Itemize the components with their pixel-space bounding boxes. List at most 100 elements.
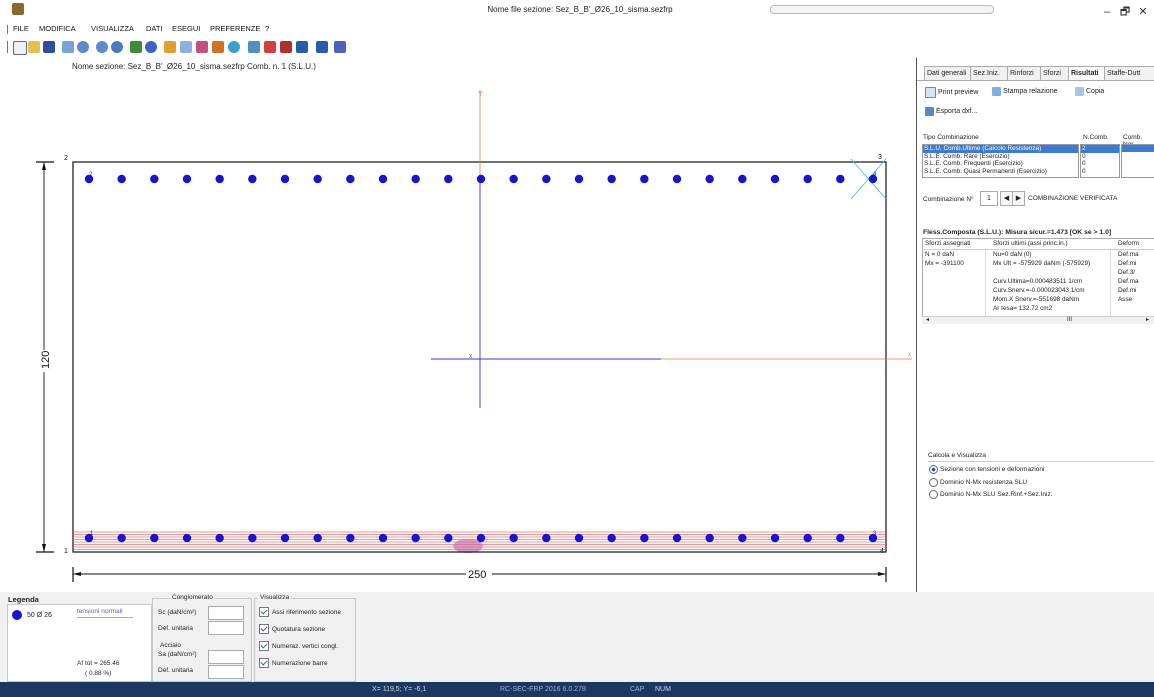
- radio-sezione-tensioni[interactable]: Sezione con tensioni e deformazioni: [929, 465, 1044, 474]
- combinazione-label: Combinazione N°: [923, 196, 974, 203]
- menu-esegui[interactable]: ESEGUI: [172, 24, 200, 33]
- title-search-box[interactable]: [770, 5, 994, 14]
- close-button[interactable]: ✕: [1136, 6, 1150, 18]
- pan-icon[interactable]: [130, 41, 142, 53]
- checkbox-checked-icon: [259, 624, 269, 634]
- scroll-right-icon[interactable]: ▸: [1146, 317, 1149, 324]
- radio-dominio-nmx[interactable]: Dominio N-Mx resistenza SLU: [929, 478, 1027, 487]
- tab-divider: [917, 80, 1154, 81]
- radio-dominio-nmx-rinf[interactable]: Dominio N-Mx SLU Sez.Rinf.+Sez.Iniz.: [929, 490, 1053, 499]
- bottom-rebar: [672, 533, 682, 543]
- chart-icon[interactable]: [180, 41, 192, 53]
- combination-row-quasi-permanenti[interactable]: S.L.E. Comb. Quasi Permanenti (Esercizio…: [923, 168, 1078, 176]
- scroll-thumb-grip[interactable]: III: [1067, 317, 1072, 324]
- new-file-icon[interactable]: [13, 41, 27, 55]
- next-combination-button[interactable]: ▶: [1012, 191, 1025, 206]
- comb-nom-list[interactable]: [1121, 144, 1154, 178]
- minimize-button[interactable]: –: [1100, 6, 1114, 18]
- bottom-rebar: [215, 533, 224, 543]
- print-icon[interactable]: [280, 41, 292, 53]
- export-icon[interactable]: [316, 41, 328, 53]
- results-row[interactable]: Mom.X Snerv.=-551698 daNm Asse: [923, 296, 1154, 304]
- results-row[interactable]: Ar tesa= 132.72 cm2: [923, 305, 1154, 313]
- menu-dati[interactable]: DATI: [146, 24, 163, 33]
- calc-icon[interactable]: [248, 41, 260, 53]
- tab-dati-generali[interactable]: Dati generali: [924, 66, 973, 81]
- chk-numerazione-barre[interactable]: Numerazione barre: [259, 658, 328, 668]
- menu-bar: FILE MODIFICA VISUALIZZA DATI ESEGUI PRE…: [0, 22, 1154, 36]
- combination-type-list[interactable]: S.L.U. Comb.Ultime (Calcolo Resistenza) …: [922, 144, 1079, 178]
- results-cell: Def.3/: [1118, 269, 1136, 276]
- results-row[interactable]: N = 0 daN Nu=0 daN (0) Def.ma: [923, 251, 1154, 259]
- section-icon[interactable]: [212, 41, 224, 53]
- zoom-window-icon[interactable]: [111, 41, 123, 53]
- comb-nom-selected[interactable]: [1122, 145, 1154, 152]
- top-rebar: [117, 174, 126, 184]
- menu-file[interactable]: FILE: [13, 24, 29, 33]
- results-row[interactable]: Def.3/: [923, 269, 1154, 277]
- chk-numeraz-vertici[interactable]: Numeraz. vertici congl.: [259, 641, 338, 651]
- dxf-icon: [925, 107, 934, 116]
- ncomb-value[interactable]: 0: [1081, 160, 1119, 168]
- settings-icon[interactable]: [296, 41, 308, 53]
- top-rebar: [444, 174, 453, 184]
- domain-icon[interactable]: [264, 41, 276, 53]
- top-rebar: [182, 174, 192, 184]
- combination-row-frequenti[interactable]: S.L.E. Comb. Frequenti (Esercizio): [923, 160, 1078, 168]
- zoom-out-icon[interactable]: [96, 41, 108, 53]
- save-icon[interactable]: [43, 41, 55, 53]
- open-folder-icon[interactable]: [28, 41, 40, 53]
- table-icon[interactable]: [196, 41, 208, 53]
- menu-help[interactable]: ?: [265, 24, 269, 33]
- status-coords: X= 119,5; Y= -6,1: [372, 686, 427, 693]
- results-cell: Asse: [1118, 296, 1133, 303]
- menu-preferenze[interactable]: PREFERENZE: [210, 24, 260, 33]
- tab-staffe-duttilita[interactable]: Staffe-Dutt: [1104, 66, 1154, 81]
- sa-field[interactable]: [208, 650, 244, 664]
- grid-h-scrollbar[interactable]: ◂ III ▸: [922, 316, 1154, 324]
- sc-field[interactable]: [208, 606, 244, 620]
- bottom-rebar-row: [84, 533, 878, 543]
- restore-button[interactable]: 🗗: [1118, 6, 1132, 18]
- esporta-dxf-button[interactable]: Esporta dxf...: [925, 107, 977, 116]
- report-icon: [992, 87, 1001, 96]
- results-row[interactable]: Curv.Snerv.=-0.000023043 1/cm Def.mi: [923, 287, 1154, 295]
- results-row[interactable]: Curv.Ultima=0.000483511 1/cm Def.ma: [923, 278, 1154, 286]
- bottom-rebar: [607, 533, 616, 543]
- radio-icon: [929, 478, 938, 487]
- scroll-left-icon[interactable]: ◂: [926, 317, 929, 324]
- combination-row-slu[interactable]: S.L.U. Comb.Ultime (Calcolo Resistenza): [923, 145, 1078, 153]
- chk-label: Assi riferimento sezione: [272, 608, 341, 616]
- copy-icon[interactable]: [62, 41, 74, 53]
- menu-modifica[interactable]: MODIFICA: [39, 24, 76, 33]
- help-icon[interactable]: [334, 41, 346, 53]
- results-row[interactable]: Mx = -391100 Mx Ult = -575929 daNm (-5759…: [923, 260, 1154, 268]
- menu-visualizza[interactable]: VISUALIZZA: [91, 24, 134, 33]
- chk-quotatura[interactable]: Quotatura sezione: [259, 624, 325, 634]
- def-acciaio-field[interactable]: [208, 665, 244, 679]
- combination-row-rare[interactable]: S.L.E. Comb. Rare (Esercizio): [923, 153, 1078, 161]
- chk-assi-riferimento[interactable]: Assi riferimento sezione: [259, 607, 341, 617]
- menu-grip: [7, 25, 8, 34]
- grid-col-divider: [1110, 250, 1111, 316]
- ncomb-value[interactable]: 0: [1081, 168, 1119, 176]
- zoom-in-icon[interactable]: [77, 41, 89, 53]
- ncomb-list[interactable]: 2 0 0 0: [1080, 144, 1120, 178]
- stampa-relazione-button[interactable]: Stampa relazione: [992, 87, 1057, 96]
- copia-button[interactable]: Copia: [1075, 87, 1104, 96]
- ncomb-value[interactable]: 0: [1081, 153, 1119, 161]
- tab-sforzi[interactable]: Sforzi: [1040, 66, 1071, 81]
- tab-rinforzi[interactable]: Rinforzi: [1007, 66, 1043, 81]
- diagram-icon[interactable]: [164, 41, 176, 53]
- grid-header-assegnati: Sforzi assegnati: [925, 240, 971, 247]
- rebar-icon[interactable]: [228, 41, 240, 53]
- results-cell: Def.mi: [1118, 287, 1137, 294]
- copy-doc-icon: [1075, 87, 1084, 96]
- def-conglomerato-field[interactable]: [208, 621, 244, 635]
- combinazione-input[interactable]: 1: [980, 191, 998, 206]
- redraw-icon[interactable]: [145, 41, 157, 53]
- ncomb-value[interactable]: 2: [1081, 145, 1119, 153]
- tab-risultati[interactable]: Risultati: [1068, 66, 1107, 81]
- print-preview-button[interactable]: Print preview: [925, 87, 978, 98]
- tab-sez-iniz[interactable]: Sez.Iniz.: [970, 66, 1010, 81]
